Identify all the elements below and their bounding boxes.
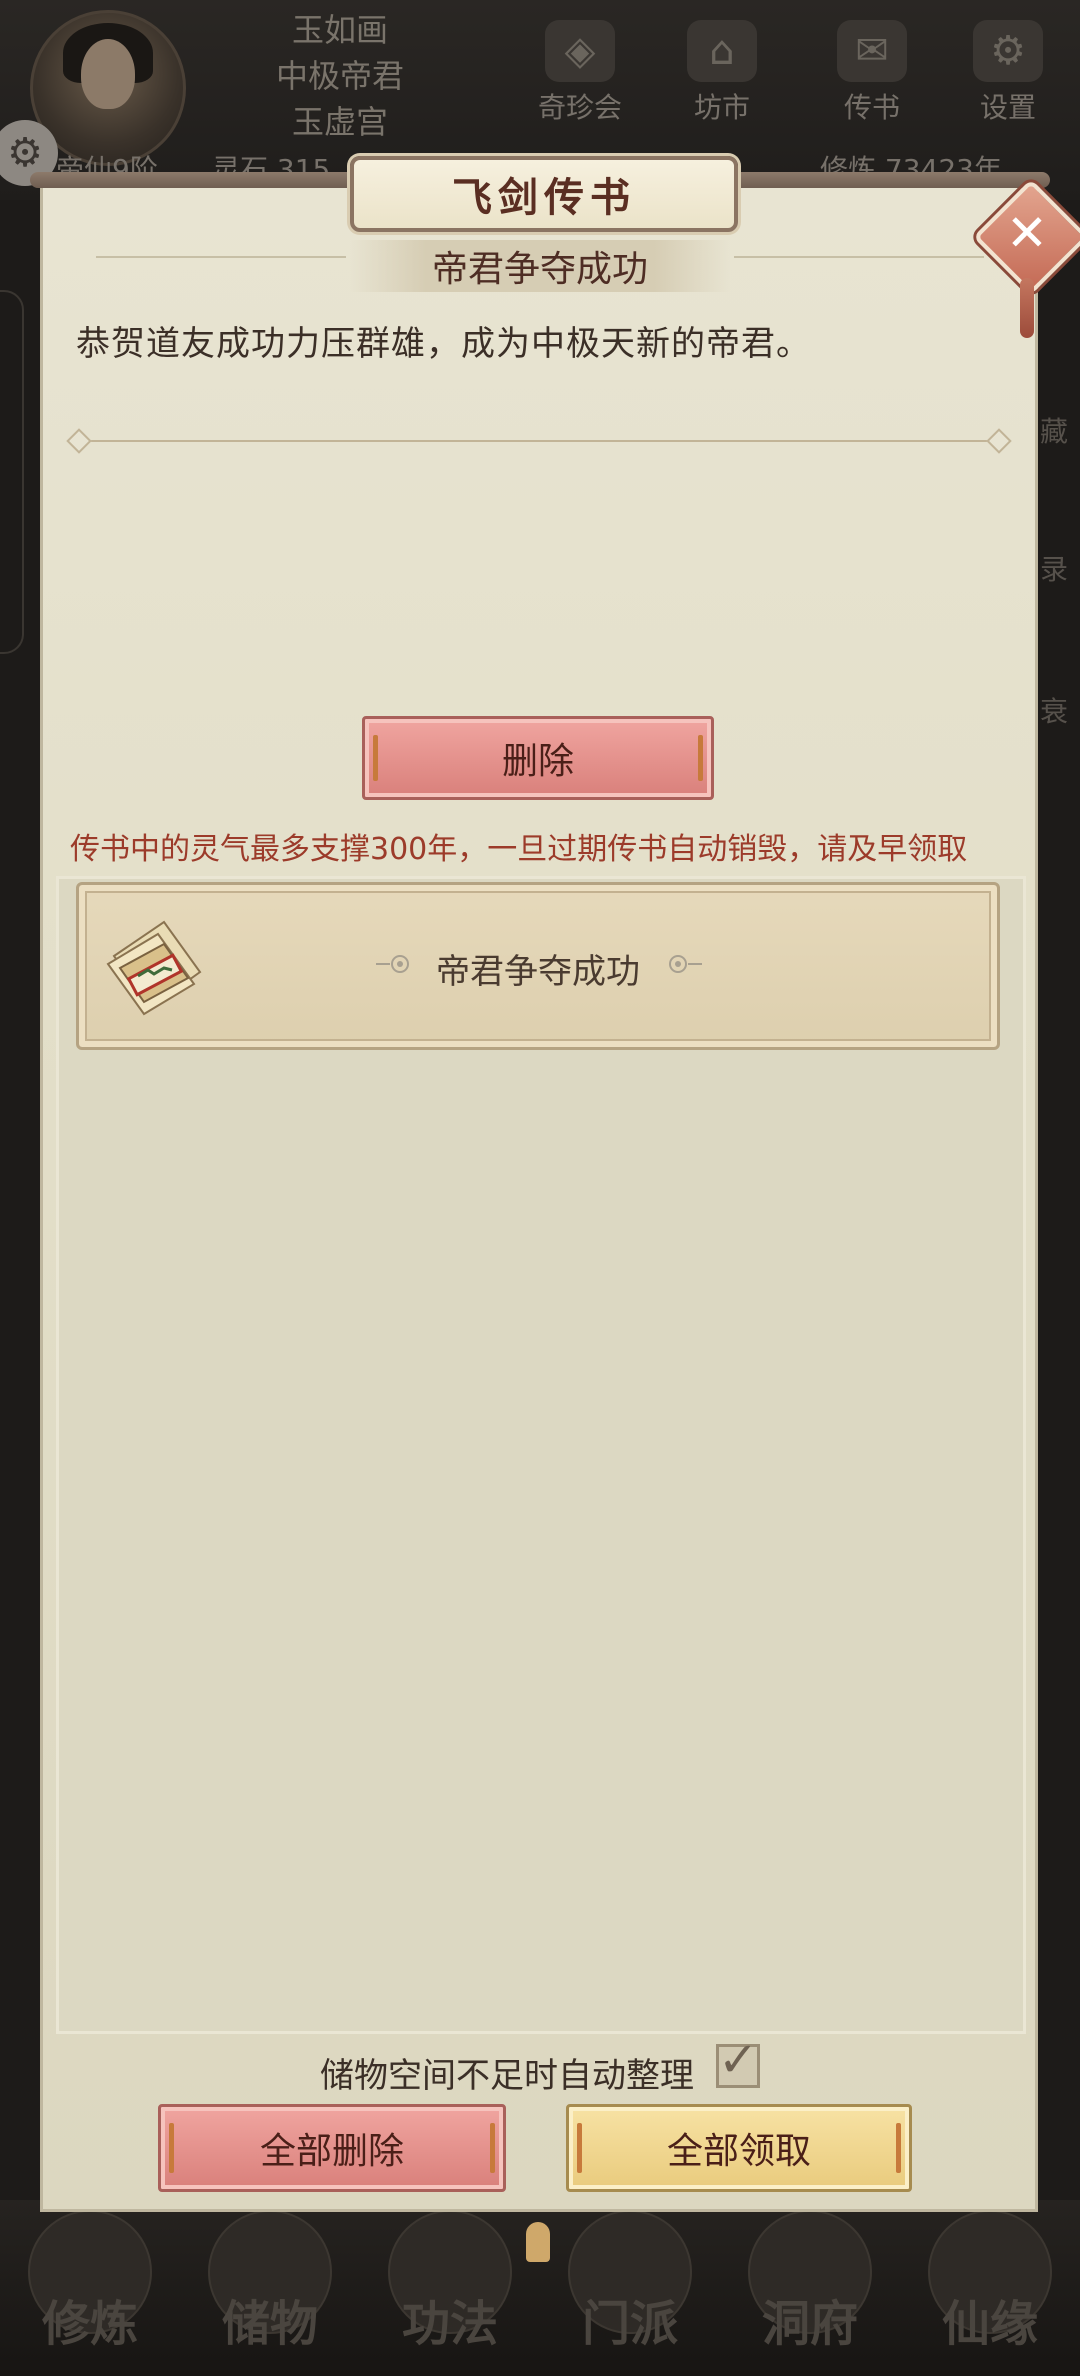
button-pin-left (577, 2123, 582, 2173)
title-ornament-left-icon (376, 955, 409, 973)
avatar-face (81, 39, 135, 109)
side-label-1: 藏 (1040, 415, 1069, 448)
tab-skills[interactable]: 功法 (360, 2210, 540, 2352)
nav-settings-label: 设置 (979, 91, 1036, 124)
header-line-left (96, 256, 346, 258)
button-pin-left (373, 735, 378, 781)
gear-icon: ⚙ (973, 20, 1043, 82)
claim-all-label: 全部领取 (666, 2131, 811, 2172)
tab-storage[interactable]: 储物 (180, 2210, 360, 2352)
message-title: 帝君争夺成功 (350, 240, 730, 292)
nav-treasure-label: 奇珍会 (537, 91, 622, 124)
delete-button[interactable]: 删除 (362, 716, 714, 800)
market-icon: ⌂ (687, 20, 757, 82)
nav-market-label: 坊市 (693, 91, 750, 124)
left-side-tab[interactable] (0, 290, 24, 654)
tab-cave[interactable]: 洞府 (720, 2210, 900, 2352)
expiry-warning: 传书中的灵气最多支撑300年，一旦过期传书自动销毁，请及早领取 (70, 832, 968, 867)
button-pin-right (896, 2123, 901, 2173)
tab-sect[interactable]: 门派 (540, 2210, 720, 2352)
player-title: 中极帝君 (275, 57, 404, 95)
letter-item-title: 帝君争夺成功 (436, 952, 640, 992)
tab-fate[interactable]: 仙缘 (900, 2210, 1080, 2352)
tab-storage-label: 储物 (221, 2296, 318, 2352)
delete-button-label: 删除 (501, 741, 574, 782)
nav-settings[interactable]: ⚙ 设置 (948, 20, 1068, 130)
dialog-title: 飞剑传书 (350, 156, 738, 232)
letter-icon: ✉ (837, 20, 907, 82)
close-icon[interactable]: ✕ (990, 196, 1064, 270)
player-sect: 玉虚宫 (291, 103, 388, 141)
nav-letter[interactable]: ✉ 传书 (812, 20, 932, 130)
nav-treasure[interactable]: ◈ 奇珍会 (520, 20, 640, 130)
tab-cave-label: 洞府 (761, 2296, 858, 2352)
header-line-right (734, 256, 984, 258)
delete-all-button[interactable]: 全部删除 (158, 2104, 506, 2192)
checkmark-icon[interactable]: ✓ (718, 2036, 758, 2084)
button-pin-right (490, 2123, 495, 2173)
tab-cultivate[interactable]: 修炼 (0, 2210, 180, 2352)
player-name: 玉如画 (291, 11, 388, 49)
bell-pendant-icon (526, 2222, 550, 2262)
delete-all-label: 全部删除 (259, 2131, 404, 2172)
scroll-letter-icon (106, 920, 202, 1016)
nav-market[interactable]: ⌂ 坊市 (662, 20, 782, 130)
tab-sect-label: 门派 (581, 2296, 678, 2352)
message-divider (74, 440, 1008, 442)
message-body: 恭贺道友成功力压群雄，成为中极天新的帝君。 (76, 324, 811, 364)
side-label-3: 衰 (1040, 695, 1069, 728)
claim-all-button[interactable]: 全部领取 (566, 2104, 912, 2192)
tab-fate-label: 仙缘 (941, 2296, 1038, 2352)
tab-skills-label: 功法 (401, 2296, 498, 2352)
button-pin-right (698, 735, 703, 781)
tab-cultivate-label: 修炼 (41, 2296, 138, 2352)
button-pin-left (169, 2123, 174, 2173)
auto-sort-label: 储物空间不足时自动整理 (320, 2056, 694, 2096)
side-label-2: 录 (1040, 553, 1069, 586)
nav-letter-label: 传书 (843, 91, 900, 124)
treasure-icon: ◈ (545, 20, 615, 82)
tassel-decoration (1020, 278, 1034, 338)
title-ornament-right-icon (669, 955, 702, 973)
